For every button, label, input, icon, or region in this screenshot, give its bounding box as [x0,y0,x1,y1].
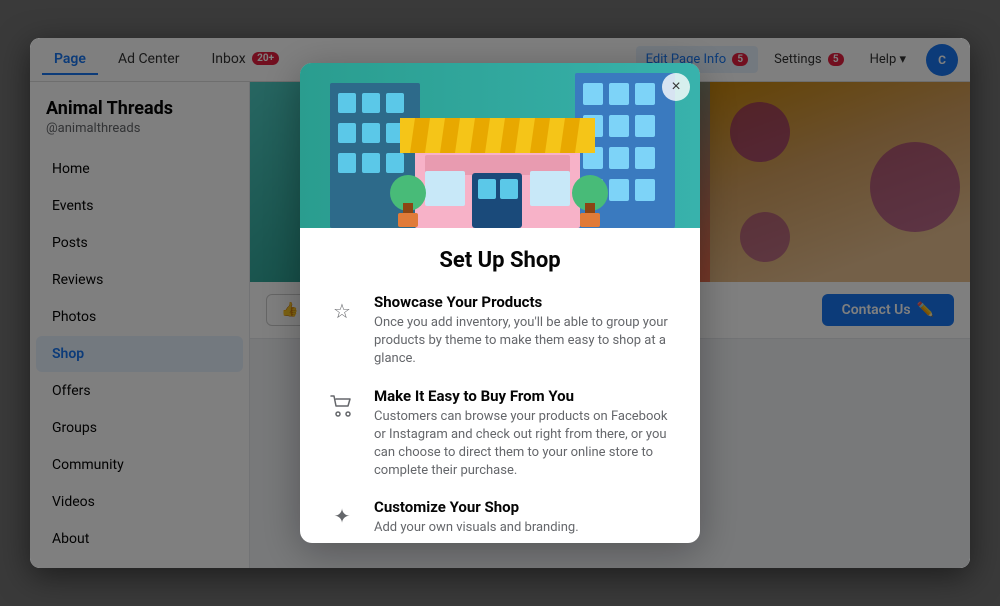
feature-buy: Make It Easy to Buy From You Customers c… [324,387,676,481]
feature-buy-text: Make It Easy to Buy From You Customers c… [374,387,676,481]
browser-window: Page Ad Center Inbox 20+ Edit Page Info … [30,38,970,568]
feature-showcase-title: Showcase Your Products [374,293,676,311]
modal-overlay[interactable]: × Set Up Shop ☆ Showcase Your Products O… [30,38,970,568]
feature-showcase-desc: Once you add inventory, you'll be able t… [374,314,676,369]
modal-header-image: × [300,63,700,228]
store-illustration [300,63,700,228]
cart-icon [324,387,360,423]
feature-showcase: ☆ Showcase Your Products Once you add in… [324,293,676,369]
feature-customize-desc: Add your own visuals and branding. [374,519,579,537]
feature-customize-title: Customize Your Shop [374,498,579,516]
feature-customize: ✦ Customize Your Shop Add your own visua… [324,498,676,537]
modal-title: Set Up Shop [324,248,676,273]
sparkle-icon: ✦ [324,498,360,534]
feature-buy-desc: Customers can browse your products on Fa… [374,408,676,481]
feature-customize-text: Customize Your Shop Add your own visuals… [374,498,579,537]
modal-close-button[interactable]: × [662,73,690,101]
feature-showcase-text: Showcase Your Products Once you add inve… [374,293,676,369]
feature-buy-title: Make It Easy to Buy From You [374,387,676,405]
setup-shop-modal: × Set Up Shop ☆ Showcase Your Products O… [300,63,700,543]
star-icon: ☆ [324,293,360,329]
modal-body: Set Up Shop ☆ Showcase Your Products Onc… [300,228,700,543]
